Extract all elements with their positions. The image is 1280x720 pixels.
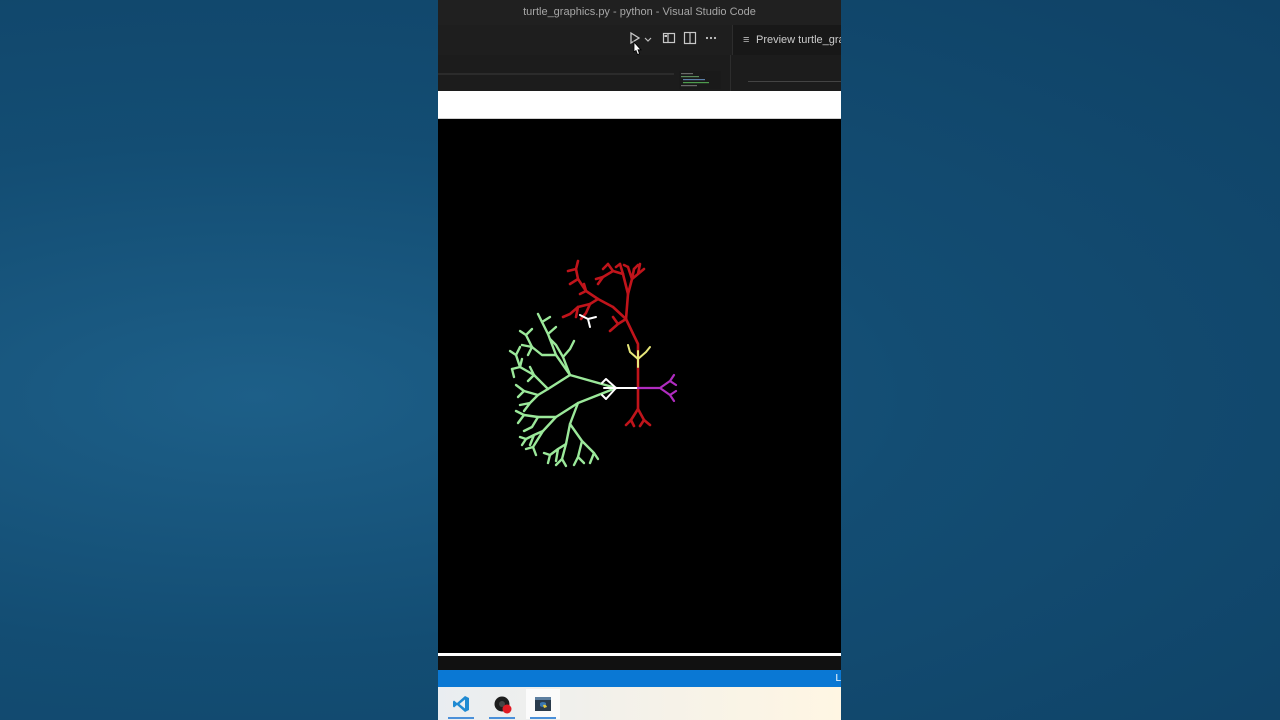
taskbar [438, 687, 841, 720]
active-indicator [530, 717, 556, 719]
editor-line [438, 73, 674, 75]
screen-recording: turtle_graphics.py - python - Visual Stu… [438, 0, 841, 720]
split-editor-icon[interactable] [681, 31, 699, 49]
vscode-icon [453, 696, 469, 712]
editor-area [438, 55, 841, 91]
python-turtle-icon [535, 697, 551, 711]
red-branches [561, 259, 652, 428]
turtle-canvas [438, 119, 841, 653]
turtle-window-titlebar [438, 91, 841, 119]
taskbar-item-python-turtle[interactable] [526, 689, 560, 719]
tab-preview-label: Preview turtle_gra [756, 34, 841, 46]
taskbar-item-recorder[interactable] [485, 689, 519, 719]
minimap[interactable] [679, 71, 721, 89]
ellipsis-icon[interactable] [702, 31, 720, 49]
tab-preview[interactable]: ≡ Preview turtle_gra [732, 25, 841, 55]
status-bar-text[interactable]: L [835, 670, 841, 687]
preview-rule [748, 81, 841, 82]
active-indicator [448, 717, 474, 719]
editor-divider [730, 55, 731, 91]
status-bar: L [438, 670, 841, 687]
preview-lines-icon: ≡ [743, 34, 750, 46]
taskbar-item-vscode[interactable] [444, 689, 478, 719]
recorder-icon [494, 696, 512, 714]
panel-gap [438, 656, 841, 670]
window-title: turtle_graphics.py - python - Visual Stu… [438, 0, 841, 25]
green-branches [508, 312, 618, 468]
open-preview-icon[interactable] [660, 31, 678, 49]
purple-branches [636, 373, 678, 403]
fractal-tree-drawing [508, 259, 678, 468]
active-indicator [489, 717, 515, 719]
chevron-down-icon[interactable] [642, 31, 654, 49]
